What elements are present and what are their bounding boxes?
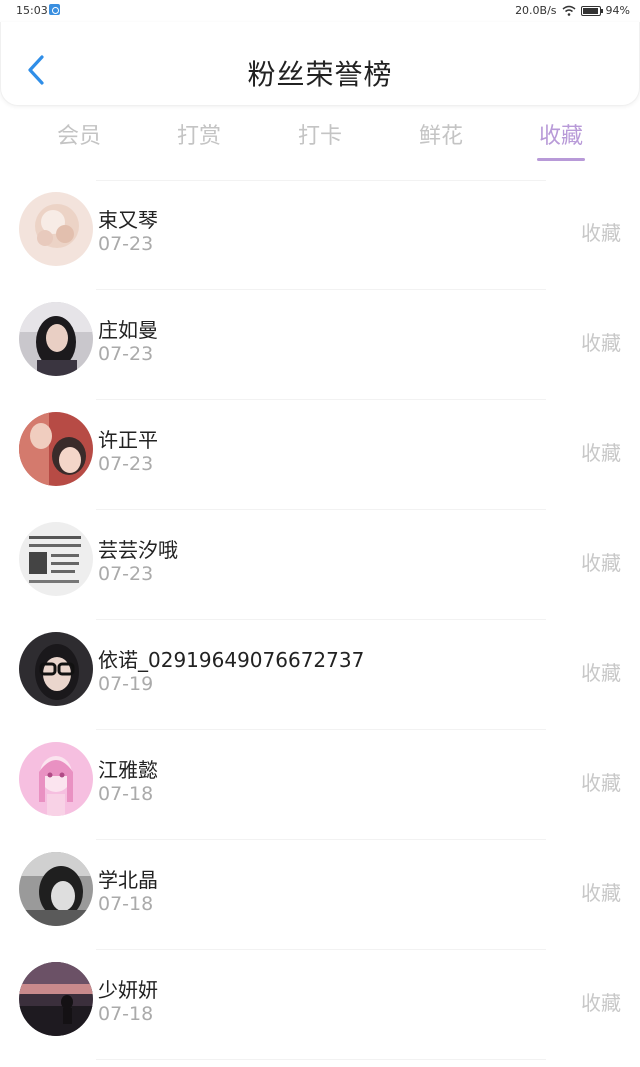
fan-date: 07-23 xyxy=(98,233,154,255)
fan-date: 07-23 xyxy=(98,563,154,585)
avatar xyxy=(19,632,93,706)
tab-favorites[interactable]: 收藏 xyxy=(516,118,606,150)
battery-icon xyxy=(580,5,603,16)
avatar xyxy=(19,412,93,486)
fan-row[interactable]: 庄如曼 07-23 收藏 xyxy=(0,290,640,400)
avatar xyxy=(19,742,93,816)
fan-date: 07-23 xyxy=(98,343,154,365)
fan-name: 学北晶 xyxy=(98,868,158,892)
fan-row[interactable]: 学北晶 07-18 收藏 xyxy=(0,840,640,950)
fan-date: 07-19 xyxy=(98,673,154,695)
avatar xyxy=(19,192,93,266)
fan-date: 07-23 xyxy=(98,453,154,475)
status-time: 15:03 xyxy=(16,4,48,17)
tab-tips[interactable]: 打赏 xyxy=(154,118,244,150)
fan-date: 07-18 xyxy=(98,893,154,915)
status-indicators: 20.0B/s 94% xyxy=(515,4,630,17)
fan-name: 芸芸汐哦 xyxy=(98,538,178,562)
fan-row[interactable]: 许正平 07-23 收藏 xyxy=(0,400,640,510)
wifi-icon xyxy=(562,5,576,16)
favorite-label: 收藏 xyxy=(581,551,621,575)
divider xyxy=(96,1059,546,1060)
active-tab-indicator xyxy=(537,158,585,161)
favorite-label: 收藏 xyxy=(581,881,621,905)
app-notification-icon xyxy=(49,4,60,15)
fan-name: 许正平 xyxy=(98,428,158,452)
favorite-label: 收藏 xyxy=(581,661,621,685)
avatar xyxy=(19,302,93,376)
fan-row[interactable]: 少妍妍 07-18 收藏 xyxy=(0,950,640,1060)
fan-row[interactable]: 江雅懿 07-18 收藏 xyxy=(0,730,640,840)
fan-list: 束又琴 07-23 收藏 庄如曼 07-23 收藏 许正平 07-23 收藏 芸… xyxy=(0,180,640,1060)
avatar xyxy=(19,522,93,596)
header: 粉丝荣誉榜 xyxy=(0,22,640,106)
page-title: 粉丝荣誉榜 xyxy=(247,58,393,91)
fan-name: 依诺_02919649076672737 xyxy=(98,648,365,672)
fan-name: 少妍妍 xyxy=(98,978,158,1002)
fan-name: 庄如曼 xyxy=(98,318,158,342)
favorite-label: 收藏 xyxy=(581,221,621,245)
favorite-label: 收藏 xyxy=(581,331,621,355)
fan-date: 07-18 xyxy=(98,783,154,805)
tab-membership[interactable]: 会员 xyxy=(34,118,124,150)
favorite-label: 收藏 xyxy=(581,991,621,1015)
battery-level: 94% xyxy=(605,4,630,17)
fan-row[interactable]: 依诺_02919649076672737 07-19 收藏 xyxy=(0,620,640,730)
fan-name: 江雅懿 xyxy=(98,758,158,782)
fan-row[interactable]: 芸芸汐哦 07-23 收藏 xyxy=(0,510,640,620)
tab-flowers[interactable]: 鲜花 xyxy=(396,118,486,150)
favorite-label: 收藏 xyxy=(581,441,621,465)
favorite-label: 收藏 xyxy=(581,771,621,795)
tab-checkin[interactable]: 打卡 xyxy=(275,118,365,150)
network-speed: 20.0B/s xyxy=(515,4,557,17)
fan-date: 07-18 xyxy=(98,1003,154,1025)
avatar xyxy=(19,852,93,926)
avatar xyxy=(19,962,93,1036)
fan-name: 束又琴 xyxy=(98,208,158,232)
status-bar: 15:03 20.0B/s 94% xyxy=(0,0,640,22)
tab-bar: 会员 打赏 打卡 鲜花 收藏 xyxy=(0,112,640,168)
fan-row[interactable]: 束又琴 07-23 收藏 xyxy=(0,180,640,290)
